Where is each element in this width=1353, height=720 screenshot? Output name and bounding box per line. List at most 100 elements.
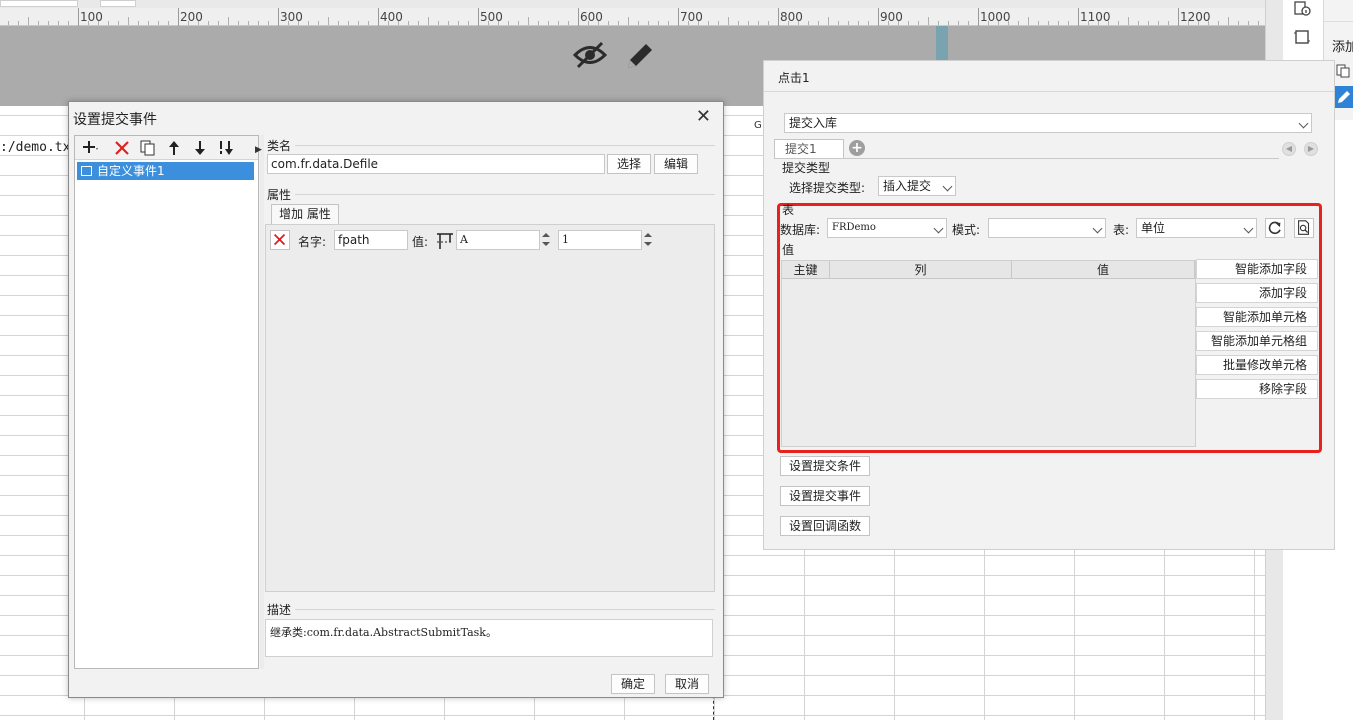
ruler-minor-tick [48, 21, 49, 25]
ruler-tick [778, 8, 779, 26]
ruler-minor-tick [598, 21, 599, 25]
property-name-input[interactable]: fpath [334, 230, 408, 250]
value-stepper[interactable] [540, 230, 552, 250]
sort-icon[interactable] [217, 139, 235, 157]
table-section: 表 [782, 203, 795, 217]
ruler-tick [478, 8, 479, 26]
event-list-item[interactable]: 自定义事件1 [77, 162, 254, 180]
property-value-input[interactable]: A [456, 230, 540, 250]
batch-modify-cells-button[interactable]: 批量修改单元格 [1196, 355, 1318, 375]
tab-next-icon[interactable]: ▶ [1304, 142, 1318, 156]
separator [764, 91, 1334, 92]
add-tab-icon[interactable]: + [849, 140, 865, 156]
database-select[interactable]: FRDemo [827, 218, 947, 238]
ruler-minor-tick [148, 21, 149, 25]
smart-add-cell-button[interactable]: 智能添加单元格 [1196, 307, 1318, 327]
ruler-label: 200 [180, 10, 203, 24]
second-stepper[interactable] [642, 230, 654, 250]
close-icon[interactable]: ✕ [696, 106, 711, 127]
cancel-button[interactable]: 取消 [665, 674, 709, 694]
ruler-minor-tick [888, 21, 889, 25]
ruler-minor-tick [628, 17, 629, 25]
ruler-minor-tick [838, 21, 839, 25]
edit-event-button[interactable] [1334, 86, 1353, 108]
frame-icon[interactable] [1293, 28, 1311, 46]
preview-table-button[interactable] [1294, 218, 1314, 238]
ruler-minor-tick [1018, 21, 1019, 25]
submit-event-button[interactable]: 设置提交事件 [780, 486, 871, 506]
ruler-minor-tick [188, 21, 189, 25]
cell-formula-icon[interactable] [436, 232, 454, 250]
add-field-button[interactable]: 添加字段 [1196, 283, 1318, 303]
event-list-toolbar [75, 136, 258, 160]
ruler-minor-tick [548, 21, 549, 25]
move-down-icon[interactable] [191, 139, 209, 157]
ruler-minor-tick [388, 21, 389, 25]
ruler-minor-tick [898, 21, 899, 25]
ruler-minor-tick [338, 21, 339, 25]
table-select[interactable]: 单位 [1136, 218, 1257, 238]
schema-label: 模式: [952, 223, 981, 237]
ruler-minor-tick [918, 21, 919, 25]
ruler-minor-tick [498, 21, 499, 25]
widget-info-icon[interactable] [1293, 0, 1311, 18]
cell-text[interactable]: :/demo.tx [0, 140, 70, 155]
ruler-label: 1200 [1180, 10, 1211, 24]
column-header-key[interactable]: 主键 [782, 261, 830, 279]
move-up-icon[interactable] [165, 139, 183, 157]
pencil-icon[interactable] [624, 40, 656, 72]
select-class-button[interactable]: 选择 [607, 154, 651, 174]
schema-select[interactable] [988, 218, 1106, 238]
field-table[interactable]: 主键 列 值 [781, 260, 1196, 447]
ruler-minor-tick [948, 21, 949, 25]
delete-icon[interactable] [113, 139, 131, 157]
callback-function-button[interactable]: 设置回调函数 [780, 516, 871, 536]
ruler-minor-tick [668, 21, 669, 25]
ruler-minor-tick [218, 21, 219, 25]
add-icon[interactable] [81, 139, 99, 157]
column-header-value[interactable]: 值 [1012, 261, 1195, 279]
ruler-minor-tick [318, 21, 319, 25]
table-value: 单位 [1141, 221, 1166, 235]
add-property-button[interactable]: 增加 属性 [271, 204, 339, 224]
ruler-label: 400 [380, 10, 403, 24]
ok-button[interactable]: 确定 [611, 674, 655, 694]
class-name-input[interactable]: com.fr.data.Defile [267, 154, 605, 174]
column-header-column[interactable]: 列 [830, 261, 1012, 279]
remove-field-button[interactable]: 移除字段 [1196, 379, 1318, 399]
add-event-label[interactable]: 添加 [1332, 36, 1353, 55]
ruler-minor-tick [348, 21, 349, 25]
tab-prev-icon[interactable]: ◀ [1282, 142, 1296, 156]
ruler-minor-tick [1098, 21, 1099, 25]
action-type-select[interactable]: 提交入库 [784, 113, 1312, 133]
ruler-minor-tick [458, 21, 459, 25]
ruler-label: 900 [880, 10, 903, 24]
copy-icon[interactable] [1336, 64, 1350, 78]
property-second-input[interactable]: 1 [558, 230, 642, 250]
ruler-minor-tick [8, 21, 9, 25]
submit-condition-button[interactable]: 设置提交条件 [780, 456, 871, 476]
hidden-eye-icon[interactable] [572, 40, 608, 70]
ruler-minor-tick [1108, 21, 1109, 25]
ruler-minor-tick [658, 21, 659, 25]
panel-splitter[interactable] [260, 135, 264, 669]
copy-icon[interactable] [139, 139, 157, 157]
ruler-minor-tick [758, 21, 759, 25]
ruler-minor-tick [248, 21, 249, 25]
submit-event-dialog: 设置提交事件 ✕ 自定义事件1 ▶ 类名 com.fr.data.Defile … [68, 101, 724, 698]
refresh-button[interactable] [1265, 218, 1285, 238]
edit-class-button[interactable]: 编辑 [654, 154, 698, 174]
smart-add-cell-group-button[interactable]: 智能添加单元格组 [1196, 331, 1318, 351]
size-field[interactable] [100, 0, 136, 7]
collapse-arrow-icon[interactable]: ▶ [255, 145, 262, 155]
ruler-minor-tick [1118, 21, 1119, 25]
remove-property-button[interactable] [270, 230, 290, 250]
chevron-down-icon [933, 223, 944, 234]
separator [295, 609, 715, 610]
font-field[interactable] [0, 0, 78, 7]
submit-type-select[interactable]: 插入提交 [878, 176, 956, 196]
smart-add-field-button[interactable]: 智能添加字段 [1196, 259, 1318, 279]
ruler-minor-tick [238, 21, 239, 25]
tab-submit1[interactable]: 提交1 [774, 139, 844, 159]
properties-area: 名字: fpath 值: A 1 [265, 224, 715, 592]
